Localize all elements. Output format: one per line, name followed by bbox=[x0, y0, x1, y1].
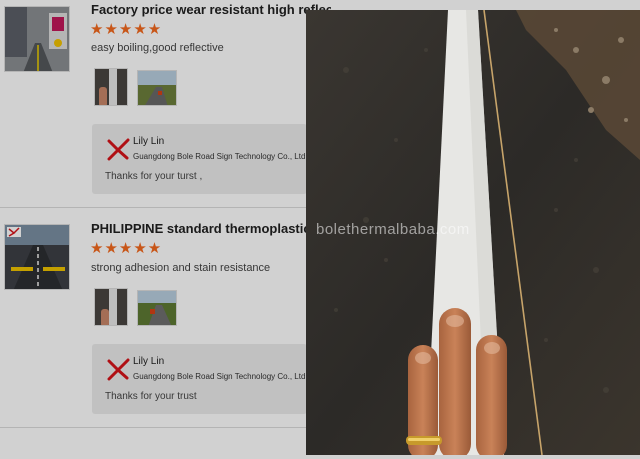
watermark-text: bolethermalbaba.com bbox=[316, 221, 470, 238]
